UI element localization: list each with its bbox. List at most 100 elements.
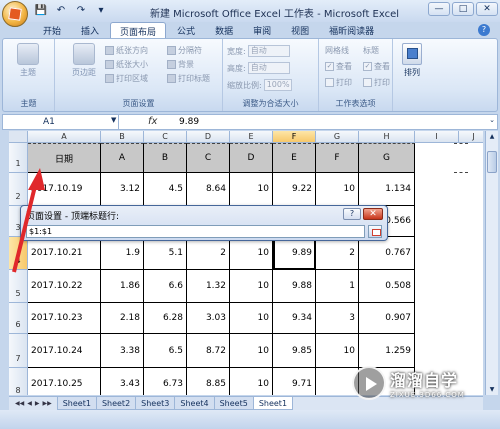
table-cell[interactable]: 8.64 xyxy=(187,173,230,206)
table-cell[interactable]: 3 xyxy=(316,303,359,334)
table-cell[interactable]: 0.508 xyxy=(359,270,415,303)
table-cell[interactable]: 3.03 xyxy=(187,303,230,334)
table-header-cell[interactable]: 日期 xyxy=(28,143,101,173)
table-cell[interactable]: 2 xyxy=(187,237,230,270)
table-header-cell[interactable]: E xyxy=(273,143,316,173)
redo-icon[interactable]: ↷ xyxy=(74,4,88,17)
size-button[interactable]: 纸张大小 xyxy=(105,59,148,70)
gridlines-print-checkbox[interactable]: 打印 xyxy=(325,77,352,88)
sheet-tab[interactable]: Sheet1 xyxy=(56,397,97,410)
scroll-up-icon[interactable]: ▲ xyxy=(486,131,498,142)
gridlines-view-checkbox[interactable]: ✓ 查看 xyxy=(325,61,352,72)
maximize-button[interactable]: □ xyxy=(452,2,474,16)
table-cell[interactable]: 6.28 xyxy=(144,303,187,334)
chevron-down-icon[interactable]: ▼ xyxy=(111,116,116,124)
column-header-d[interactable]: D xyxy=(187,131,230,143)
column-header-j[interactable]: J xyxy=(459,131,483,143)
table-cell[interactable]: 10 xyxy=(230,270,273,303)
table-cell[interactable]: 1.134 xyxy=(359,173,415,206)
table-cell[interactable]: 5.1 xyxy=(144,237,187,270)
table-cell[interactable]: 2017.10.21 xyxy=(28,237,101,270)
table-cell[interactable]: 10 xyxy=(316,173,359,206)
column-header-f[interactable]: F xyxy=(273,131,316,143)
headings-print-checkbox[interactable]: 打印 xyxy=(363,77,390,88)
tab-review[interactable]: 审阅 xyxy=(244,22,280,39)
tab-formulas[interactable]: 公式 xyxy=(168,22,204,39)
table-cell[interactable]: 2017.10.19 xyxy=(28,173,101,206)
table-cell[interactable]: 9.22 xyxy=(273,173,316,206)
tab-foxit-reader[interactable]: 福昕阅读器 xyxy=(320,22,383,39)
close-button[interactable]: ✕ xyxy=(476,2,498,16)
table-cell[interactable]: 2017.10.25 xyxy=(28,368,101,395)
tab-home[interactable]: 开始 xyxy=(34,22,70,39)
tab-insert[interactable]: 插入 xyxy=(72,22,108,39)
table-cell[interactable]: 10 xyxy=(230,237,273,270)
table-cell[interactable]: 2017.10.22 xyxy=(28,270,101,303)
table-cell[interactable]: 6.6 xyxy=(144,270,187,303)
office-button[interactable] xyxy=(2,1,28,27)
orientation-button[interactable]: 纸张方向 xyxy=(105,45,148,56)
column-header-b[interactable]: B xyxy=(101,131,144,143)
table-header-cell[interactable]: D xyxy=(230,143,273,173)
table-cell[interactable]: 10 xyxy=(230,303,273,334)
table-cell[interactable]: 0.767 xyxy=(359,237,415,270)
table-cell[interactable]: 9.88 xyxy=(273,270,316,303)
sheet-tab-active[interactable]: Sheet1 xyxy=(252,397,294,410)
last-sheet-icon[interactable]: ▶▶ xyxy=(42,400,51,407)
arrange-button[interactable]: 排列 xyxy=(399,43,425,78)
table-cell[interactable]: 3.43 xyxy=(101,368,144,395)
table-cell[interactable]: 8.85 xyxy=(187,368,230,395)
width-dropdown[interactable]: 自动 xyxy=(247,45,290,57)
table-cell[interactable]: 9.71 xyxy=(273,368,316,395)
column-header-a[interactable]: A xyxy=(28,131,101,143)
table-header-cell[interactable]: F xyxy=(316,143,359,173)
dialog-help-button[interactable]: ? xyxy=(343,208,361,220)
customize-icon[interactable]: ▾ xyxy=(94,4,108,17)
table-cell[interactable]: 2017.10.23 xyxy=(28,303,101,334)
table-cell[interactable]: 4.5 xyxy=(144,173,187,206)
column-header-g[interactable]: G xyxy=(316,131,359,143)
row-header-1[interactable]: 1 xyxy=(9,143,28,173)
table-header-cell[interactable]: G xyxy=(359,143,415,173)
fx-icon[interactable]: fx xyxy=(148,115,157,129)
undo-icon[interactable]: ↶ xyxy=(54,4,68,17)
table-cell[interactable]: 6.73 xyxy=(144,368,187,395)
help-icon[interactable]: ? xyxy=(478,24,490,36)
sheet-tab[interactable]: Sheet2 xyxy=(95,397,137,410)
tab-view[interactable]: 视图 xyxy=(282,22,318,39)
table-header-cell[interactable]: A xyxy=(101,143,144,173)
table-cell[interactable]: 1.32 xyxy=(187,270,230,303)
row-header-8[interactable]: 8 xyxy=(9,368,28,395)
table-cell[interactable]: 2017.10.24 xyxy=(28,334,101,368)
table-cell[interactable]: 3.38 xyxy=(101,334,144,368)
active-cell[interactable]: 9.89 xyxy=(273,237,316,270)
column-header-i[interactable]: I xyxy=(415,131,459,143)
breaks-button[interactable]: 分隔符 xyxy=(167,45,202,56)
tab-page-layout[interactable]: 页面布局 xyxy=(110,22,167,39)
table-cell[interactable]: 1.86 xyxy=(101,270,144,303)
headings-view-checkbox[interactable]: ✓ 查看 xyxy=(363,61,390,72)
prev-sheet-icon[interactable]: ◀ xyxy=(27,400,32,407)
dialog-close-button[interactable]: ✕ xyxy=(363,208,383,220)
next-sheet-icon[interactable]: ▶ xyxy=(35,400,40,407)
table-cell[interactable]: 9.85 xyxy=(273,334,316,368)
minimize-button[interactable]: — xyxy=(428,2,450,16)
column-header-e[interactable]: E xyxy=(230,131,273,143)
row-header-2[interactable]: 2 xyxy=(9,173,28,206)
table-cell[interactable]: 1.9 xyxy=(101,237,144,270)
table-cell[interactable]: 10 xyxy=(230,334,273,368)
table-cell[interactable]: 3.12 xyxy=(101,173,144,206)
themes-button[interactable]: 主题 xyxy=(13,43,43,78)
column-header-h[interactable]: H xyxy=(359,131,415,143)
margins-button[interactable]: 页边距 xyxy=(69,43,99,78)
scale-spinner[interactable]: 100% xyxy=(263,79,292,91)
tab-data[interactable]: 数据 xyxy=(206,22,242,39)
print-area-button[interactable]: 打印区域 xyxy=(105,73,148,84)
table-cell[interactable]: 1 xyxy=(316,270,359,303)
first-sheet-icon[interactable]: ◀◀ xyxy=(15,400,24,407)
formula-input[interactable]: 9.89 xyxy=(179,115,199,129)
name-box[interactable]: A1 xyxy=(3,115,119,129)
table-cell[interactable]: 2.18 xyxy=(101,303,144,334)
row-header-7[interactable]: 7 xyxy=(9,334,28,368)
table-cell[interactable]: 10 xyxy=(230,368,273,395)
